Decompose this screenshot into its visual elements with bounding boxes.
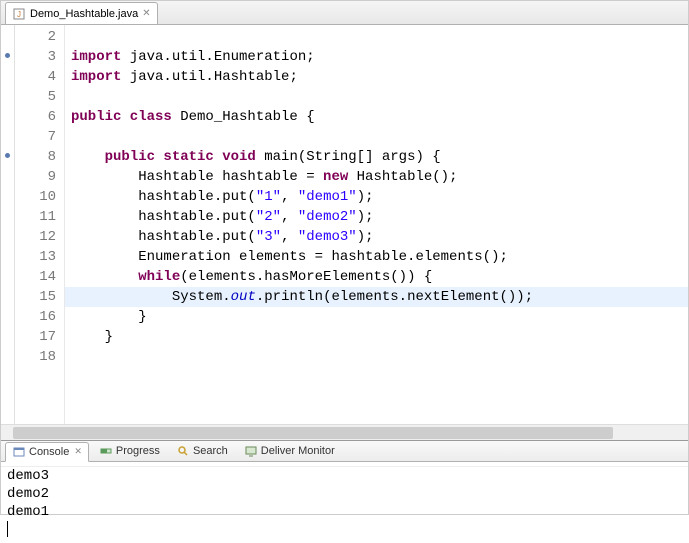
- line-number: 12: [15, 227, 56, 247]
- marker-slot: [1, 65, 14, 85]
- line-number: 3: [15, 47, 56, 67]
- marker-slot: [1, 205, 14, 225]
- line-number: 10: [15, 187, 56, 207]
- horizontal-scrollbar[interactable]: [1, 424, 688, 440]
- console-line: demo1: [7, 503, 682, 521]
- code-line[interactable]: Enumeration elements = hashtable.element…: [71, 247, 688, 267]
- search-icon: [176, 444, 190, 458]
- line-number: 2: [15, 27, 56, 47]
- monitor-icon: [244, 444, 258, 458]
- view-tab-progress[interactable]: Progress: [93, 441, 166, 461]
- marker-slot: [1, 345, 14, 365]
- marker-slot: [1, 105, 14, 125]
- marker-slot: [1, 165, 14, 185]
- line-number-gutter: 23456789101112131415161718: [15, 25, 65, 424]
- marker-slot: [1, 125, 14, 145]
- code-line[interactable]: [71, 87, 688, 107]
- marker-slot: [1, 85, 14, 105]
- marker-slot: [1, 265, 14, 285]
- java-file-icon: J: [12, 7, 26, 21]
- editor-tab-bar: J Demo_Hashtable.java ✕: [1, 1, 688, 25]
- code-line[interactable]: Hashtable hashtable = new Hashtable();: [71, 167, 688, 187]
- code-line[interactable]: public class Demo_Hashtable {: [71, 107, 688, 127]
- code-line[interactable]: [71, 127, 688, 147]
- line-number: 18: [15, 347, 56, 367]
- line-number: 15: [15, 287, 56, 307]
- marker-slot: [1, 305, 14, 325]
- marker-bar: [1, 25, 15, 424]
- marker-slot: [1, 245, 14, 265]
- marker-slot: [1, 325, 14, 345]
- line-number: 4: [15, 67, 56, 87]
- line-number: 17: [15, 327, 56, 347]
- console-icon: [12, 445, 26, 459]
- console-line: demo2: [7, 485, 682, 503]
- view-tab-console[interactable]: Console ✕: [5, 442, 89, 462]
- editor-tab-active[interactable]: J Demo_Hashtable.java ✕: [5, 2, 158, 24]
- marker-slot: [1, 45, 14, 65]
- marker-icon: [5, 153, 10, 158]
- code-line[interactable]: [71, 347, 688, 367]
- code-line[interactable]: System.out.println(elements.nextElement(…: [65, 287, 688, 307]
- line-number: 11: [15, 207, 56, 227]
- code-line[interactable]: import java.util.Enumeration;: [71, 47, 688, 67]
- view-tab-label: Console: [29, 446, 69, 458]
- progress-icon: [99, 444, 113, 458]
- line-number: 13: [15, 247, 56, 267]
- code-line[interactable]: }: [71, 327, 688, 347]
- view-tab-search[interactable]: Search: [170, 441, 234, 461]
- code-line[interactable]: public static void main(String[] args) {: [71, 147, 688, 167]
- marker-slot: [1, 25, 14, 45]
- line-number: 5: [15, 87, 56, 107]
- cursor-icon: [7, 521, 8, 537]
- marker-icon: [5, 53, 10, 58]
- line-number: 14: [15, 267, 56, 287]
- view-tab-deliver-monitor[interactable]: Deliver Monitor: [238, 441, 341, 461]
- editor-area: J Demo_Hashtable.java ✕ 2345678910111213…: [1, 1, 688, 441]
- code-content[interactable]: import java.util.Enumeration;import java…: [65, 25, 688, 424]
- code-line[interactable]: import java.util.Hashtable;: [71, 67, 688, 87]
- code-line[interactable]: while(elements.hasMoreElements()) {: [71, 267, 688, 287]
- code-line[interactable]: [71, 27, 688, 47]
- view-tab-label: Search: [193, 445, 228, 457]
- code-editor[interactable]: 23456789101112131415161718 import java.u…: [1, 25, 688, 424]
- line-number: 8: [15, 147, 56, 167]
- view-tab-label: Progress: [116, 445, 160, 457]
- line-number: 16: [15, 307, 56, 327]
- line-number: 6: [15, 107, 56, 127]
- svg-text:J: J: [17, 10, 21, 19]
- marker-slot: [1, 225, 14, 245]
- close-icon[interactable]: ✕: [142, 8, 150, 19]
- code-line[interactable]: hashtable.put("1", "demo1");: [71, 187, 688, 207]
- marker-slot: [1, 185, 14, 205]
- console-output[interactable]: demo3demo2demo1: [1, 467, 688, 543]
- console-cursor-line: [7, 521, 682, 543]
- marker-slot: [1, 285, 14, 305]
- line-number: 7: [15, 127, 56, 147]
- console-area: Console✕ProgressSearchDeliver Monitor <t…: [1, 441, 688, 516]
- code-line[interactable]: hashtable.put("2", "demo2");: [71, 207, 688, 227]
- editor-tab-label: Demo_Hashtable.java: [30, 8, 138, 20]
- code-line[interactable]: hashtable.put("3", "demo3");: [71, 227, 688, 247]
- view-tabs: Console ✕ Progress Search Deliver Monitor: [1, 441, 688, 462]
- marker-slot: [1, 145, 14, 165]
- scrollbar-thumb[interactable]: [13, 427, 613, 439]
- view-tab-label: Deliver Monitor: [261, 445, 335, 457]
- close-icon[interactable]: ✕: [74, 446, 82, 457]
- code-line[interactable]: }: [71, 307, 688, 327]
- console-line: demo3: [7, 467, 682, 485]
- line-number: 9: [15, 167, 56, 187]
